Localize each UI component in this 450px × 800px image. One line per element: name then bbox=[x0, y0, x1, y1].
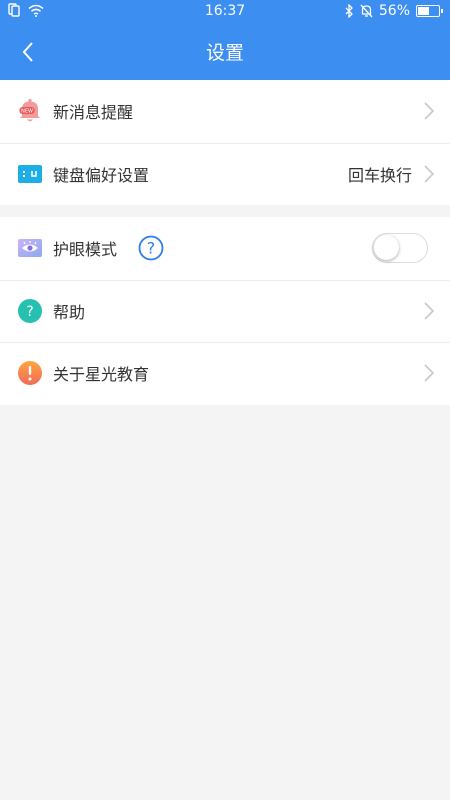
setting-row-eye-protection: 护眼模式 ? bbox=[0, 217, 450, 280]
setting-row-about[interactable]: 关于星光教育 bbox=[0, 342, 450, 405]
setting-label: 新消息提醒 bbox=[53, 103, 134, 123]
chevron-right-icon bbox=[424, 302, 435, 320]
eye-protection-toggle[interactable] bbox=[372, 233, 428, 264]
chevron-right-icon bbox=[424, 165, 435, 183]
svg-text:?: ? bbox=[147, 239, 156, 258]
keyboard-icon bbox=[18, 162, 42, 186]
svg-text:NEW: NEW bbox=[21, 109, 33, 115]
chevron-right-icon bbox=[424, 102, 435, 120]
chevron-right-icon bbox=[424, 364, 435, 382]
toggle-knob bbox=[374, 235, 399, 261]
setting-value: 回车换行 bbox=[347, 165, 412, 185]
question-mark-icon[interactable]: ? bbox=[138, 235, 164, 261]
battery-fill bbox=[418, 7, 429, 15]
status-bar: 16:37 56% bbox=[0, 0, 450, 24]
svg-text:?: ? bbox=[26, 304, 33, 320]
nav-bar: 设置 bbox=[0, 24, 450, 80]
setting-row-new-message-reminder[interactable]: NEW 新消息提醒 bbox=[0, 80, 450, 143]
setting-label: 护眼模式 bbox=[53, 240, 118, 260]
battery-icon bbox=[416, 5, 443, 17]
help-icon: ? bbox=[18, 298, 42, 323]
page-title: 设置 bbox=[205, 42, 244, 64]
settings-group-2: 护眼模式 ? ? 帮助 关于星光教育 bbox=[0, 217, 450, 405]
setting-label: 键盘偏好设置 bbox=[53, 165, 150, 185]
settings-group-1: NEW 新消息提醒 键盘偏好设置 回车换行 bbox=[0, 80, 450, 205]
setting-row-help[interactable]: ? 帮助 bbox=[0, 279, 450, 343]
bluetooth-icon bbox=[345, 4, 353, 18]
new-message-bell-icon: NEW bbox=[18, 99, 42, 123]
battery-percent: 56% bbox=[378, 3, 410, 19]
setting-label: 帮助 bbox=[53, 302, 86, 322]
info-icon bbox=[18, 361, 42, 386]
mute-icon bbox=[360, 4, 373, 18]
eye-icon bbox=[18, 236, 42, 260]
setting-label: 关于星光教育 bbox=[53, 365, 150, 385]
setting-row-keyboard-preferences[interactable]: 键盘偏好设置 回车换行 bbox=[0, 142, 450, 206]
